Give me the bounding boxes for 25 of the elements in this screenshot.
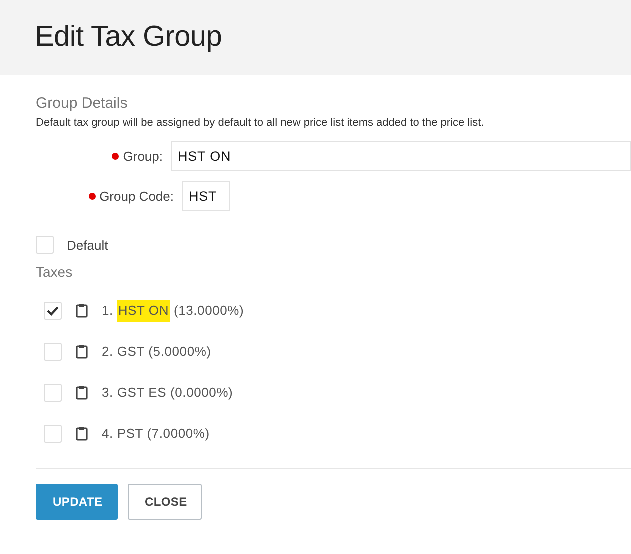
clipboard-icon[interactable]: [76, 385, 88, 400]
checkbox[interactable]: [44, 302, 62, 320]
checkbox[interactable]: [36, 236, 54, 254]
section-heading: Taxes: [36, 264, 74, 280]
check-icon: [47, 306, 59, 316]
field-label: Group Code:: [100, 188, 174, 204]
field-label: Group:: [123, 148, 163, 164]
checkbox-label: Default: [67, 238, 108, 252]
tax-label: 3. GST ES (0.0000%): [102, 384, 234, 402]
input-field[interactable]: HST ON: [171, 141, 631, 171]
checkbox[interactable]: [44, 424, 62, 442]
checkbox[interactable]: [44, 384, 62, 402]
input-field[interactable]: HST: [182, 181, 230, 211]
section-description: Default tax group will be assigned by default to all new price list items added to the price list.: [36, 117, 486, 129]
update-button[interactable]: UPDATE: [36, 484, 118, 520]
tax-label: 1. HST ON (13.0000%): [102, 300, 244, 322]
clipboard-icon[interactable]: [76, 344, 88, 359]
section-heading: Group Details: [36, 95, 129, 112]
tax-label: 4. PST (7.0000%): [102, 424, 210, 443]
checkbox[interactable]: [44, 342, 62, 360]
clipboard-icon[interactable]: [76, 426, 88, 441]
tax-label: 2. GST (5.0000%): [102, 342, 212, 361]
close-button[interactable]: CLOSE: [128, 484, 202, 520]
clipboard-icon[interactable]: [76, 303, 88, 318]
page-title: Edit Tax Group: [35, 21, 222, 54]
